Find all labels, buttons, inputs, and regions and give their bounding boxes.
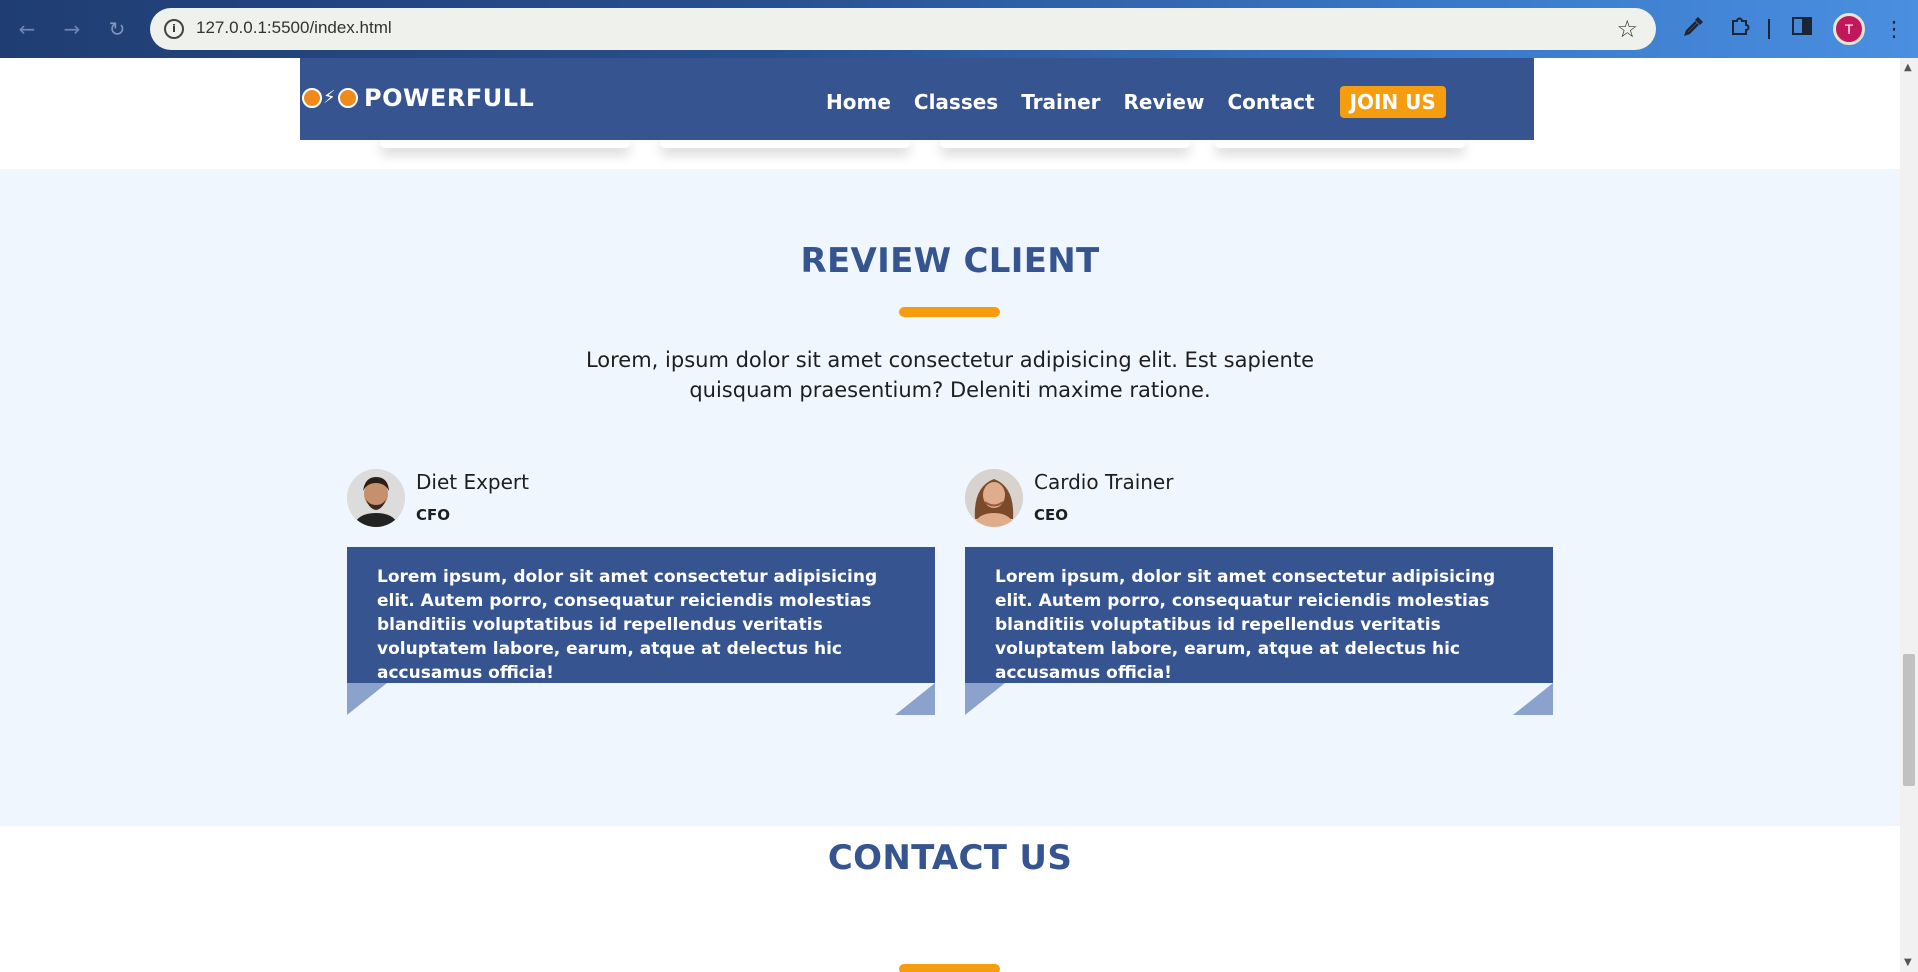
address-bar[interactable]: i 127.0.0.1:5500/index.html ☆ — [150, 8, 1656, 50]
nav-trainer[interactable]: Trainer — [1021, 90, 1100, 114]
title-underline — [899, 964, 1000, 972]
avatar — [965, 469, 1023, 527]
toolbar-separator — [1768, 19, 1770, 39]
scroll-down-icon[interactable]: ▼ — [1904, 957, 1912, 968]
reviewer: Diet Expert CFO — [347, 469, 529, 527]
review-section: REVIEW CLIENT Lorem, ipsum dolor sit ame… — [0, 169, 1900, 826]
dumbbell-logo-icon: ⚡ — [302, 87, 358, 109]
ribbon-fold-right — [1513, 683, 1553, 715]
reviewer-role: CFO — [416, 506, 451, 524]
avatar — [347, 469, 405, 527]
forward-arrow-icon[interactable]: → — [57, 14, 87, 44]
url-text[interactable]: 127.0.0.1:5500/index.html — [196, 18, 392, 38]
nav-review[interactable]: Review — [1124, 90, 1205, 114]
reviewer-name: Cardio Trainer — [1034, 470, 1174, 494]
ribbon-fold-left — [347, 683, 387, 715]
reviewer-role: CEO — [1034, 506, 1069, 524]
nav-contact[interactable]: Contact — [1227, 90, 1314, 114]
scrollbar-thumb[interactable] — [1903, 654, 1915, 786]
review-card: Cardio Trainer CEO Lorem ipsum, dolor si… — [965, 469, 1553, 715]
reviewer: Cardio Trainer CEO — [965, 469, 1173, 527]
title-underline — [899, 307, 1000, 317]
star-icon[interactable]: ☆ — [1616, 15, 1638, 43]
contact-title: CONTACT US — [827, 838, 1073, 878]
join-us-button[interactable]: JOIN US — [1339, 86, 1446, 118]
eyedropper-icon[interactable] — [1680, 15, 1708, 43]
side-panel-icon[interactable] — [1788, 15, 1816, 43]
profile-avatar[interactable]: T — [1833, 13, 1865, 45]
review-quote: Lorem ipsum, dolor sit amet consectetur … — [965, 547, 1553, 683]
review-intro: Lorem, ipsum dolor sit amet consectetur … — [585, 348, 1315, 402]
scroll-up-icon[interactable]: ▲ — [1904, 62, 1912, 73]
browser-toolbar: ← → ↻ i 127.0.0.1:5500/index.html ☆ T ⋮ — [0, 0, 1918, 58]
info-icon[interactable]: i — [164, 19, 184, 39]
site-header: ⚡ POWERFULL Home Classes Trainer Review … — [300, 58, 1534, 140]
review-quote: Lorem ipsum, dolor sit amet consectetur … — [347, 547, 935, 683]
brand-name: POWERFULL — [364, 84, 535, 112]
page-viewport: REVIEW CLIENT Lorem, ipsum dolor sit ame… — [0, 58, 1900, 972]
ribbon-fold-right — [895, 683, 935, 715]
nav-classes[interactable]: Classes — [914, 90, 998, 114]
reviewer-name: Diet Expert — [416, 470, 529, 494]
kebab-menu-icon[interactable]: ⋮ — [1880, 15, 1908, 43]
reload-icon[interactable]: ↻ — [102, 14, 132, 44]
page-scrollbar[interactable]: ▲ ▼ — [1900, 58, 1918, 972]
main-nav: Home Classes Trainer Review Contact JOIN… — [826, 86, 1446, 118]
nav-home[interactable]: Home — [826, 90, 891, 114]
puzzle-icon[interactable] — [1726, 15, 1754, 43]
review-title: REVIEW CLIENT — [800, 241, 1100, 281]
back-arrow-icon[interactable]: ← — [12, 14, 42, 44]
brand-logo[interactable]: ⚡ POWERFULL — [302, 84, 534, 112]
ribbon-fold-left — [965, 683, 1005, 715]
review-card: Diet Expert CFO Lorem ipsum, dolor sit a… — [347, 469, 935, 715]
